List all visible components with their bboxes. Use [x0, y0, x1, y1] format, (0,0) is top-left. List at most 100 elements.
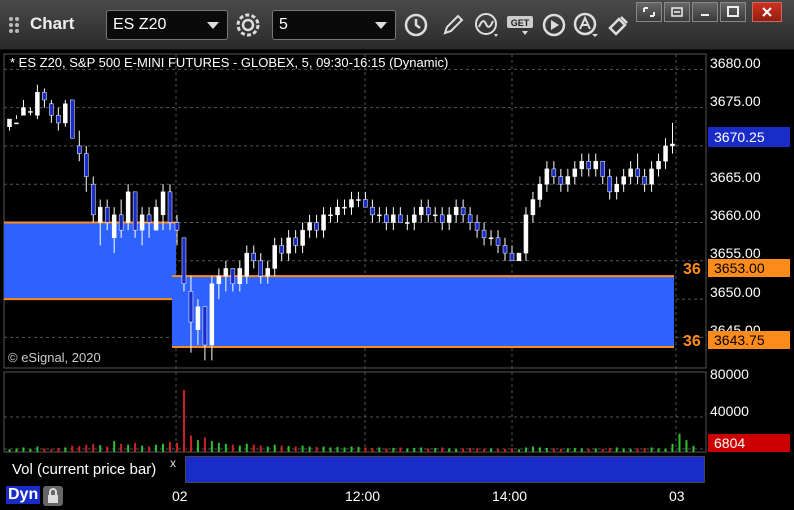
candle-body: [63, 103, 68, 124]
candle-body: [35, 92, 40, 116]
candle-body: [405, 222, 410, 224]
candle-body: [432, 214, 438, 217]
candle-body: [181, 237, 187, 285]
zone-upper-label: 3653.00: [714, 260, 765, 276]
candle-body: [558, 176, 564, 185]
study-wave-icon[interactable]: [472, 10, 502, 40]
watermark: © eSignal, 2020: [8, 350, 101, 365]
candle-body: [104, 206, 110, 223]
volume-panel: [3, 371, 707, 453]
candle-body: [384, 214, 389, 223]
study-label[interactable]: Vol (current price bar): [6, 458, 184, 483]
candle-body: [649, 168, 654, 185]
price-chart[interactable]: * ES Z20, S&P 500 E-MINI FUTURES - GLOBE…: [0, 50, 794, 510]
dock-icon[interactable]: [664, 2, 690, 22]
candle-body: [398, 214, 403, 223]
candle-body: [300, 229, 305, 246]
candle-body: [42, 92, 47, 101]
candle-body: [419, 206, 424, 216]
candle-body: [621, 176, 626, 185]
candle-body: [551, 168, 557, 177]
candle-body: [495, 237, 501, 246]
candle-body: [663, 145, 668, 162]
pencil-draw-icon[interactable]: [438, 10, 468, 40]
maximize-icon[interactable]: [720, 2, 746, 22]
chevron-down-icon: [207, 22, 219, 29]
candle-body: [537, 183, 543, 200]
candle-body: [579, 160, 585, 170]
candle-body: [446, 214, 452, 223]
candle-body: [84, 153, 89, 177]
link-icon[interactable]: [604, 10, 634, 40]
price-tick: 3675.00: [710, 93, 761, 109]
candle-body: [328, 214, 333, 217]
candle-body: [195, 306, 201, 330]
candle-body: [467, 214, 473, 223]
candle-body: [174, 222, 180, 231]
candle-body: [614, 183, 619, 193]
interval-value: 5: [279, 16, 288, 33]
chart-area[interactable]: * ES Z20, S&P 500 E-MINI FUTURES - GLOBE…: [0, 50, 794, 510]
candle-body: [530, 199, 536, 216]
candle-body: [642, 176, 647, 185]
zone-upper-tag: 36: [683, 261, 701, 278]
chevron-down-icon: [375, 22, 387, 29]
candle-body: [670, 143, 675, 147]
price-tick: 3665.00: [710, 169, 761, 185]
chart-header: * ES Z20, S&P 500 E-MINI FUTURES - GLOBE…: [10, 55, 448, 70]
zone-lower-label: 3643.75: [714, 332, 765, 348]
play-replay-icon[interactable]: [539, 10, 569, 40]
candle-body: [56, 115, 61, 124]
study-close-icon[interactable]: x: [170, 456, 176, 470]
candle-body: [167, 191, 173, 223]
close-icon[interactable]: [752, 2, 782, 22]
candle-body: [356, 199, 361, 201]
minimize-icon[interactable]: [692, 2, 718, 22]
candle-body: [7, 118, 12, 128]
candle-body: [342, 206, 347, 209]
candle-body: [307, 222, 312, 231]
candle-body: [77, 145, 82, 154]
candle-body: [125, 191, 131, 223]
candle-body: [439, 214, 445, 223]
candle-body: [286, 237, 291, 254]
lock-icon[interactable]: [43, 486, 63, 506]
time-tick: 02: [172, 488, 188, 504]
interval-dropdown[interactable]: 5: [272, 10, 396, 40]
candle-body: [335, 206, 340, 216]
candle-body: [202, 306, 208, 346]
candle-body: [481, 229, 487, 239]
candle-body: [49, 103, 54, 116]
candle-body: [321, 214, 326, 231]
candle-body: [209, 283, 215, 346]
candle-body: [70, 99, 75, 139]
candle-body: [279, 245, 284, 254]
candle-body: [223, 268, 229, 277]
candle-body: [272, 245, 277, 269]
settings-gear-icon[interactable]: [233, 10, 263, 40]
app-title: Chart: [30, 14, 75, 33]
candle-body: [593, 160, 598, 170]
alert-icon[interactable]: [571, 10, 601, 40]
candle-body: [474, 222, 480, 231]
candle-body: [607, 176, 612, 193]
clock-icon[interactable]: [401, 10, 431, 40]
time-tick: 03: [669, 488, 685, 504]
price-tick: 3650.00: [710, 284, 761, 300]
candle-body: [460, 206, 466, 216]
move-handle-icon[interactable]: [2, 10, 32, 40]
symbol-dropdown[interactable]: ES Z20: [106, 10, 228, 40]
candle-body: [244, 252, 250, 277]
candle-body: [160, 191, 166, 216]
restore-arrows-icon[interactable]: [636, 2, 662, 22]
study-input-strip[interactable]: [185, 456, 705, 483]
candle-body: [230, 268, 236, 285]
get-data-icon[interactable]: GET: [505, 10, 535, 40]
candle-body: [586, 160, 592, 170]
candle-body: [656, 160, 661, 170]
price-tick: 3660.00: [710, 207, 761, 223]
current-volume-label: 6804: [714, 435, 745, 451]
candle-body: [453, 206, 459, 216]
dynamic-label: Dyn: [6, 486, 41, 504]
zone-lower-tag: 36: [683, 333, 701, 350]
